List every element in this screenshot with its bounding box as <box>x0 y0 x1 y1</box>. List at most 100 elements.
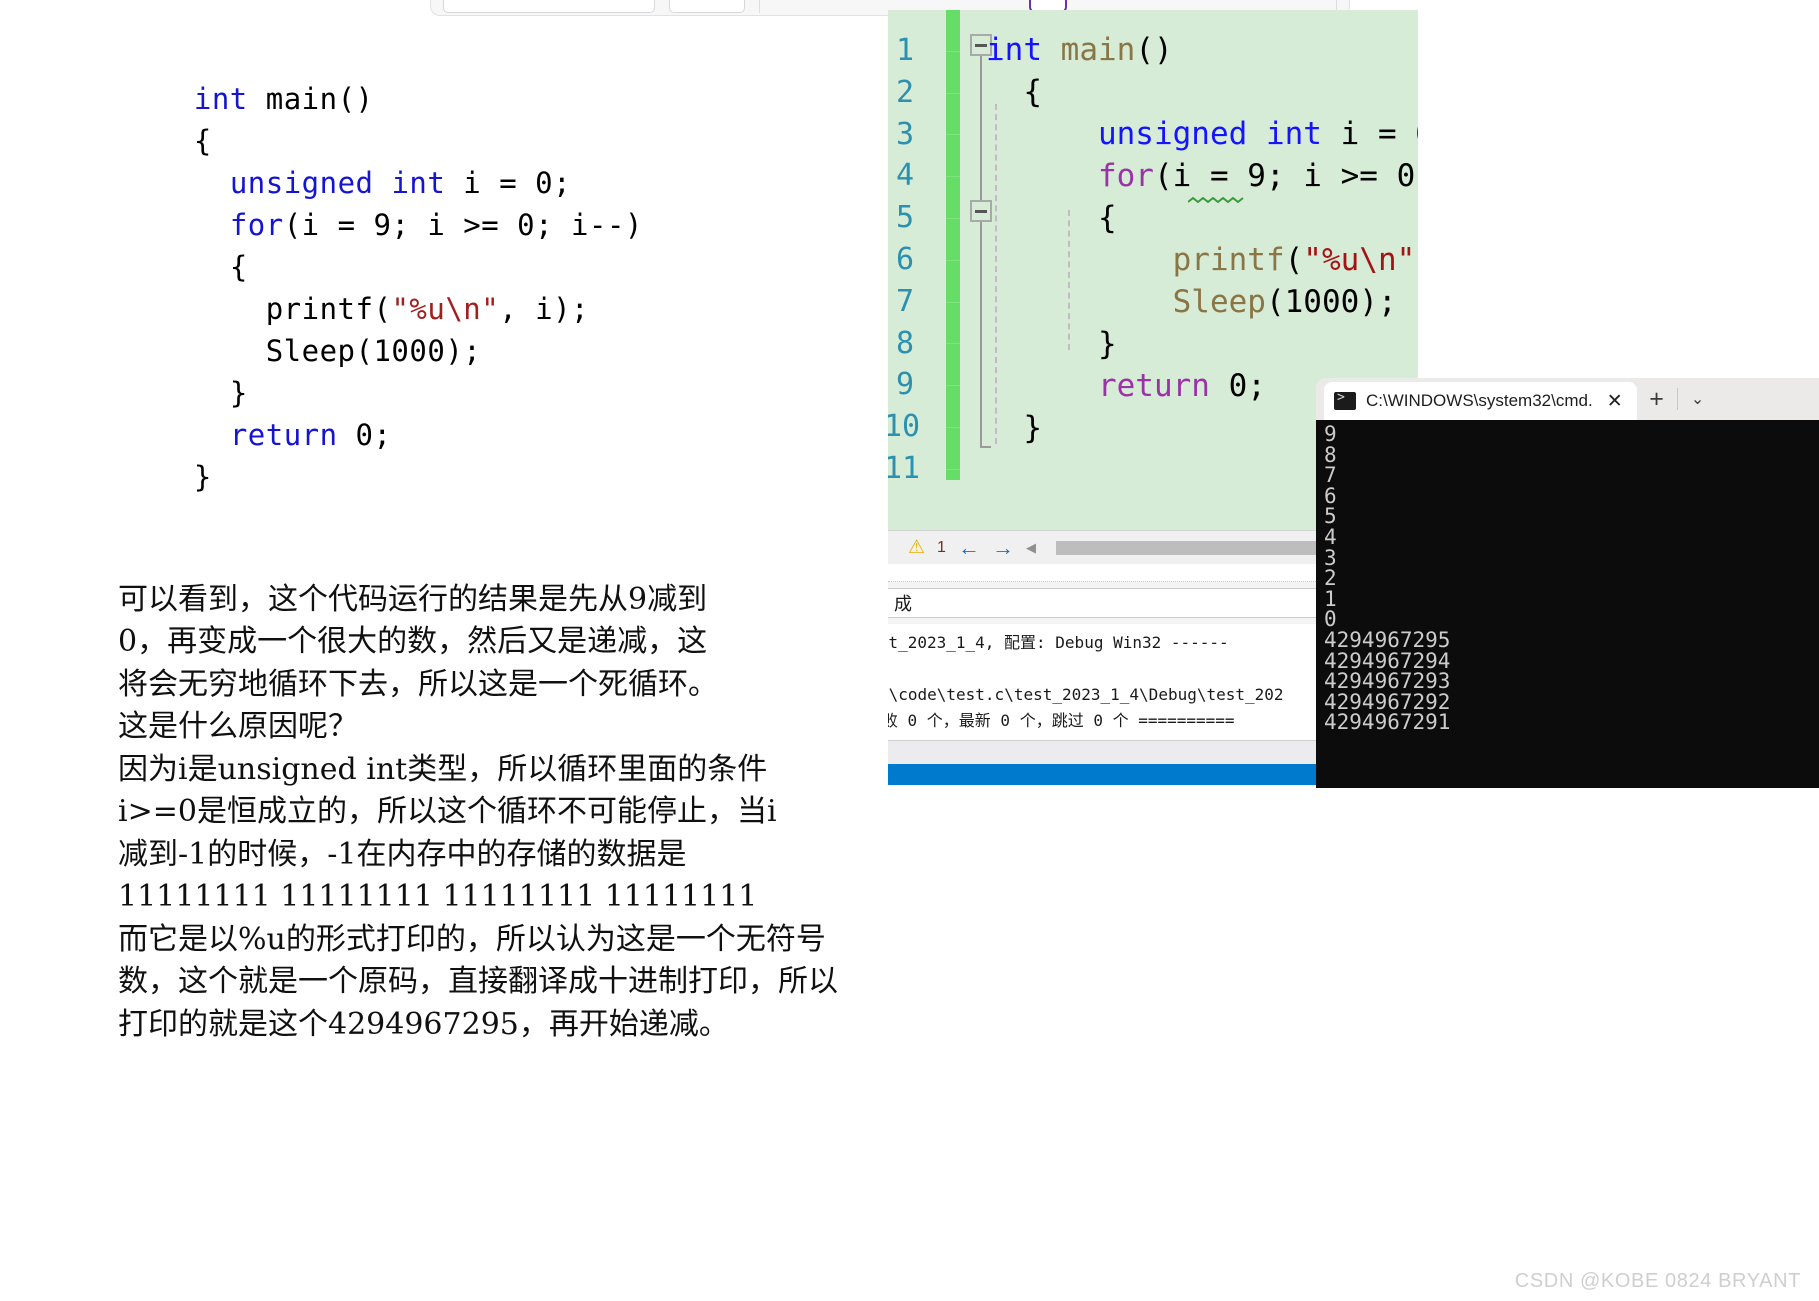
doc-prose-line: 可以看到，这个代码运行的结果是先从9减到 <box>118 581 708 617</box>
console-icon <box>1334 390 1356 410</box>
console-output-line: 3 <box>1324 545 1337 570</box>
console-output-line: 2 <box>1324 566 1337 591</box>
code-token: return <box>1097 368 1210 404</box>
code-token: (i = 9; i >= 0; i--) <box>1153 158 1418 194</box>
doc-code-line: printf("%u\n", i); <box>140 288 760 330</box>
code-token: for <box>1097 158 1154 194</box>
code-token: Sleep <box>1172 284 1266 320</box>
new-tab-button[interactable]: + <box>1637 378 1677 420</box>
doc-prose-line: i>=0是恒成立的，所以这个循环不可能停止，当i <box>118 794 777 829</box>
doc-prose-line: 11111111 11111111 11111111 11111111 <box>118 879 758 914</box>
document-prose: 可以看到，这个代码运行的结果是先从9减到 0，再变成一个很大的数，然后又是递减，这… <box>118 536 1018 1046</box>
doc-code-line: } <box>140 456 760 498</box>
console-output-line: 4294967295 <box>1324 627 1451 652</box>
console-output-line: 5 <box>1324 504 1337 529</box>
cmd-tab[interactable]: C:\WINDOWS\system32\cmd. ✕ <box>1324 382 1637 420</box>
code-token: } <box>229 376 248 410</box>
line-number: 9 <box>895 367 914 403</box>
nav-prev-button[interactable]: ← <box>958 536 980 559</box>
line-number: 4 <box>895 158 914 194</box>
close-icon[interactable]: ✕ <box>1603 390 1627 413</box>
code-token: main <box>1060 32 1136 68</box>
editor-line: Sleep(1000); <box>986 282 1397 324</box>
toolbar-field-1[interactable] <box>443 0 655 13</box>
nav-next-button[interactable]: → <box>992 536 1014 559</box>
toolbar-divider <box>759 0 760 13</box>
code-token: main() <box>247 82 374 116</box>
console-output-line: 4294967293 <box>1324 669 1451 694</box>
doc-prose-line <box>118 536 1018 579</box>
scroll-left-arrow-icon[interactable]: ◀ <box>1026 540 1036 556</box>
code-token: "%u\n" <box>391 292 500 326</box>
editor-line: { <box>986 72 1042 114</box>
code-token: int <box>1265 116 1322 152</box>
editor-line: { <box>986 198 1117 240</box>
console-output-line: 9 <box>1324 422 1337 446</box>
change-segment <box>946 219 960 261</box>
doc-code-line: { <box>140 246 760 288</box>
cmd-tab-strip: C:\WINDOWS\system32\cmd. ✕ + ⌄ <box>1316 378 1819 420</box>
console-output-line: 4294967294 <box>1324 648 1451 673</box>
change-segment <box>946 303 960 345</box>
console-output-line: 1 <box>1324 586 1337 611</box>
code-token: () <box>1135 32 1173 68</box>
change-segment <box>946 135 960 178</box>
code-token: i = 0; <box>1340 116 1418 152</box>
code-token: (i = 9; i >= 0; i--) <box>283 208 643 242</box>
cmd-output-area[interactable]: 9 8 7 6 5 4 3 2 1 0 4294967295 4294967294 4294967293… <box>1316 420 1819 788</box>
code-token: unsigned int <box>229 166 446 200</box>
code-token: } <box>986 326 1117 362</box>
code-token: , i); <box>1415 242 1418 278</box>
chevron-down-icon[interactable]: ⌄ <box>1678 378 1718 420</box>
doc-code-line: unsigned int i = 0; <box>140 162 760 204</box>
line-number: 3 <box>895 116 914 152</box>
line-number: 11 <box>888 451 921 486</box>
code-token: ( <box>1284 242 1304 278</box>
line-number: 8 <box>895 325 914 361</box>
output-source-select[interactable]: 成 ▼ <box>888 588 1358 618</box>
editor-line: } <box>986 324 1117 366</box>
change-indicator-bar <box>946 10 960 480</box>
cmd-tab-title: C:\WINDOWS\system32\cmd. <box>1366 391 1593 410</box>
code-token: (1000); <box>1265 284 1397 320</box>
change-segment <box>946 94 960 136</box>
toolbar-field-2[interactable] <box>669 0 745 13</box>
warning-triangle-icon: ⚠ <box>908 537 926 558</box>
code-token: } <box>193 460 212 494</box>
csdn-watermark: CSDN @KOBE 0824 BRYANT <box>1514 1270 1801 1292</box>
change-segment <box>946 344 960 387</box>
document-code-block: int main() { unsigned int i = 0; for(i =… <box>140 78 760 498</box>
change-segment <box>946 177 960 219</box>
console-output-line: 0 <box>1324 607 1337 632</box>
change-segment <box>946 10 960 52</box>
code-token: { <box>986 74 1042 110</box>
code-token: Sleep(1000); <box>265 334 482 368</box>
doc-code-line: Sleep(1000); <box>140 330 760 372</box>
code-token: "%u\n" <box>1303 242 1416 278</box>
code-token: , i); <box>499 292 590 326</box>
code-token: 0; <box>337 418 392 452</box>
code-token: printf <box>1172 242 1285 278</box>
error-squiggle-icon <box>1188 196 1244 204</box>
editor-line: } <box>986 408 1042 450</box>
fold-guide-main <box>980 56 982 446</box>
console-output-line: 4294967291 <box>1324 710 1451 735</box>
code-token: { <box>986 200 1117 236</box>
code-token: for <box>229 208 284 242</box>
code-token: } <box>986 410 1042 446</box>
console-output-line: 7 <box>1324 463 1337 488</box>
code-token: unsigned <box>1097 116 1248 152</box>
console-output-line: 8 <box>1324 442 1337 467</box>
console-output-line: 4294967292 <box>1324 689 1451 714</box>
editor-line: unsigned int i = 0; <box>986 114 1418 156</box>
line-number: 10 <box>888 409 921 445</box>
line-number: 2 <box>895 74 914 110</box>
code-token: { <box>193 124 212 158</box>
code-token: printf( <box>265 292 392 326</box>
